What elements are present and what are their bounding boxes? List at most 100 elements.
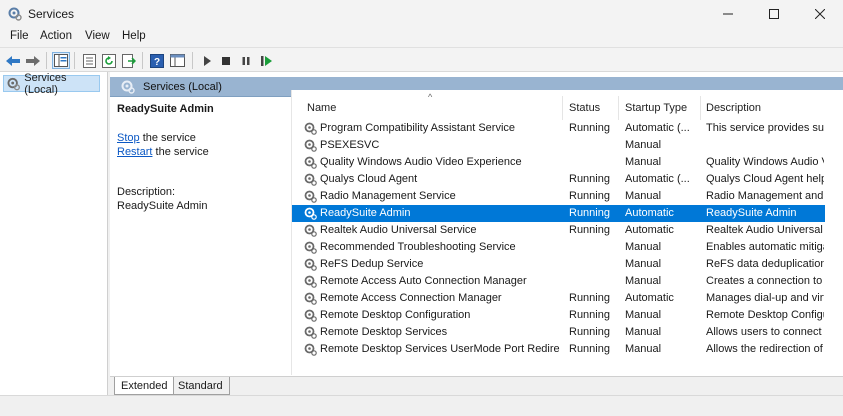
stop-service-link[interactable]: Stop: [117, 132, 140, 144]
restart-service-button[interactable]: [257, 52, 275, 69]
cell-status: Running: [569, 309, 610, 321]
cell-name: ReFS Dedup Service: [320, 258, 424, 270]
cell-description: This service provides supp: [706, 122, 824, 134]
cell-name: Quality Windows Audio Video Experience: [320, 156, 522, 168]
cell-status: Running: [569, 343, 610, 355]
table-row[interactable]: Remote Access Auto Connection Manager Man…: [292, 273, 825, 290]
column-header-description[interactable]: Description: [706, 102, 761, 114]
title-bar: Services: [0, 0, 843, 28]
cell-startup-type: Manual: [625, 241, 662, 253]
console-button[interactable]: [168, 52, 186, 69]
gear-icon: [304, 190, 317, 203]
column-divider[interactable]: [562, 96, 563, 120]
cell-name: Qualys Cloud Agent: [320, 173, 418, 185]
cell-status: Running: [569, 173, 610, 185]
console-icon: [169, 54, 185, 67]
gear-icon: [304, 156, 317, 169]
services-app-icon: [8, 7, 22, 21]
start-icon: [204, 55, 211, 66]
help-icon: ?: [150, 53, 164, 68]
cell-status: Running: [569, 326, 610, 338]
cell-description: Creates a connection to a: [706, 275, 824, 287]
start-service-button[interactable]: [198, 52, 216, 69]
properties-button[interactable]: [80, 52, 98, 69]
table-row[interactable]: Radio Management Service Running Manual Rad…: [292, 188, 825, 205]
restart-service-link[interactable]: Restart: [117, 146, 152, 158]
restart-icon: [260, 55, 272, 66]
table-row[interactable]: Realtek Audio Universal Service Running Au…: [292, 222, 825, 239]
cell-startup-type: Manual: [625, 190, 662, 202]
export-icon: [122, 53, 136, 68]
menu-view[interactable]: View: [85, 30, 110, 42]
table-row[interactable]: Program Compatibility Assistant Service R…: [292, 120, 825, 137]
tab-standard[interactable]: Standard: [172, 377, 230, 395]
table-row[interactable]: Quality Windows Audio Video Experience Ma…: [292, 154, 825, 171]
column-header-name[interactable]: Name: [307, 102, 336, 114]
forward-arrow-icon: [26, 55, 40, 66]
gear-icon: [7, 77, 20, 90]
gear-icon: [304, 207, 317, 220]
menu-action[interactable]: Action: [40, 30, 72, 42]
cell-description: Allows users to connect ir: [706, 326, 824, 338]
table-row[interactable]: Remote Access Connection Manager Running A…: [292, 290, 825, 307]
description-label: Description:: [117, 186, 176, 198]
cell-status: Running: [569, 122, 610, 134]
cell-name: PSEXESVC: [320, 139, 380, 151]
selected-service-title: ReadySuite Admin: [117, 103, 214, 115]
toolbar: ?: [0, 47, 843, 72]
gear-icon: [304, 309, 317, 322]
table-row[interactable]: Recommended Troubleshooting Service Manua…: [292, 239, 825, 256]
toolbar-separator: [74, 52, 75, 69]
gear-icon: [304, 241, 317, 254]
cell-name: Realtek Audio Universal Service: [320, 224, 477, 236]
show-hide-tree-icon: [54, 54, 68, 67]
cell-status: Running: [569, 292, 610, 304]
column-divider[interactable]: [700, 96, 701, 120]
cell-startup-type: Manual: [625, 326, 662, 338]
restart-action: Restart the service: [117, 146, 209, 158]
minimize-button[interactable]: [705, 0, 751, 28]
column-header-status[interactable]: Status: [569, 102, 600, 114]
back-button[interactable]: [4, 52, 22, 69]
pause-icon: [242, 56, 250, 65]
cell-startup-type: Automatic (...: [625, 173, 690, 185]
cell-description: Radio Management and A: [706, 190, 824, 202]
tab-extended[interactable]: Extended: [114, 377, 175, 395]
show-hide-tree-button[interactable]: [52, 52, 70, 69]
help-button[interactable]: ?: [148, 52, 166, 69]
table-row[interactable]: PSEXESVC Manual: [292, 137, 825, 154]
refresh-icon: [102, 53, 116, 68]
cell-startup-type: Automatic: [625, 224, 674, 236]
cell-name: Remote Desktop Services: [320, 326, 448, 338]
toolbar-separator: [46, 52, 47, 69]
close-button[interactable]: [797, 0, 843, 28]
cell-startup-type: Manual: [625, 309, 662, 321]
menu-help[interactable]: Help: [122, 30, 146, 42]
forward-button[interactable]: [24, 52, 42, 69]
table-row[interactable]: ReFS Dedup Service Manual ReFS data dedupl…: [292, 256, 825, 273]
table-row[interactable]: Qualys Cloud Agent Running Automatic (... Q…: [292, 171, 825, 188]
stop-action: Stop the service: [117, 132, 196, 144]
menu-file[interactable]: File: [10, 30, 29, 42]
cell-startup-type: Manual: [625, 139, 662, 151]
table-row[interactable]: Remote Desktop Services UserMode Port Re…: [292, 341, 825, 358]
pause-service-button[interactable]: [237, 52, 255, 69]
details-pane: Services (Local) ReadySuite Admin Stop t…: [110, 72, 843, 395]
tree-item-services-local[interactable]: Services (Local): [3, 72, 100, 96]
tree-item-label: Services (Local): [24, 71, 67, 96]
export-list-button[interactable]: [120, 52, 138, 69]
cell-name: Program Compatibility Assistant Service: [320, 122, 516, 134]
table-row[interactable]: Remote Desktop Services Running Manual Allo…: [292, 324, 825, 341]
column-header-startup-type[interactable]: Startup Type: [625, 102, 687, 114]
column-divider[interactable]: [618, 96, 619, 120]
gear-icon: [304, 343, 317, 356]
maximize-button[interactable]: [751, 0, 797, 28]
stop-service-button[interactable]: [217, 52, 235, 69]
cell-description: Allows the redirection of I: [706, 343, 824, 355]
cell-description: Manages dial-up and virt: [706, 292, 824, 304]
refresh-button[interactable]: [100, 52, 118, 69]
cell-status: Running: [569, 224, 610, 236]
table-row-selected[interactable]: ReadySuite Admin Running Automatic ReadySui…: [292, 205, 825, 222]
cell-name: Remote Access Connection Manager: [320, 292, 502, 304]
table-row[interactable]: Remote Desktop Configuration Running Manua…: [292, 307, 825, 324]
